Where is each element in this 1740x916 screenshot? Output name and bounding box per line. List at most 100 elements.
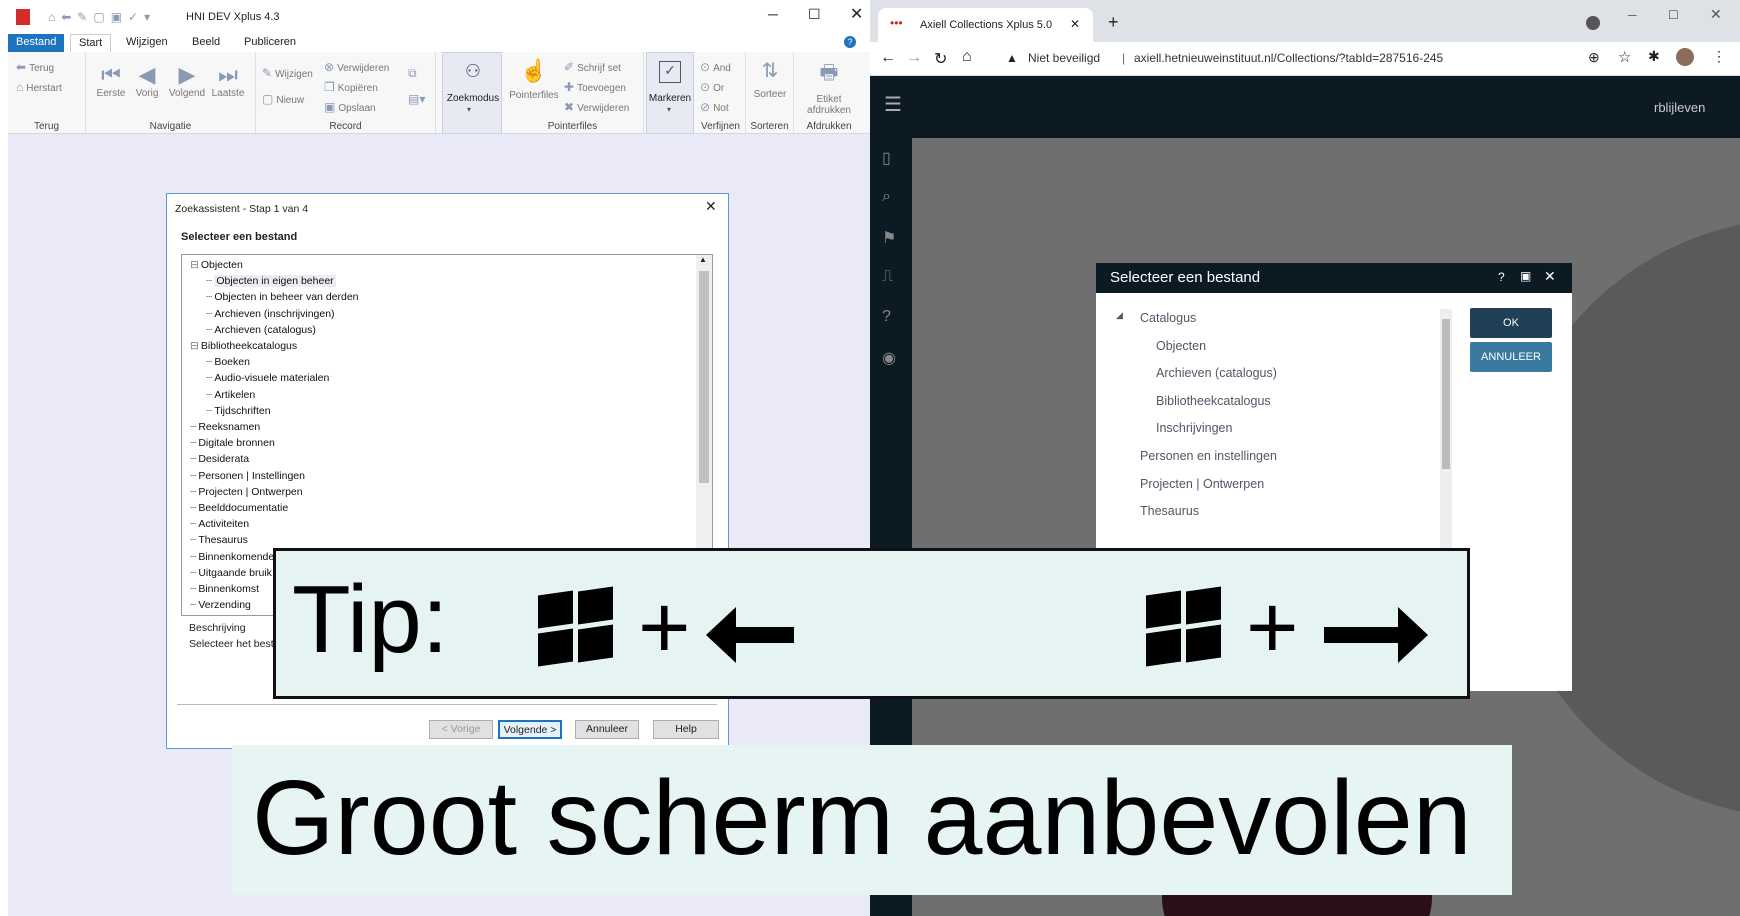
expand-triangle-icon[interactable]: ◢ [1116, 310, 1123, 321]
schrijf-set-button[interactable]: ✐ Schrijf set [564, 60, 621, 74]
record-extra-icon[interactable]: ⧉ [408, 66, 420, 81]
annuleer-button[interactable]: ANNULEER [1470, 342, 1552, 372]
security-label[interactable]: Niet beveiligd [1028, 51, 1100, 65]
tree-item[interactable]: ┄ Archieven (catalogus) [206, 324, 316, 336]
herstart-button[interactable]: ⌂ Herstart [16, 80, 62, 94]
tree-item[interactable]: ┄ Objecten in beheer van derden [206, 291, 359, 303]
flag-icon[interactable]: ⚑ [882, 228, 896, 248]
bookmark-star-icon[interactable]: ☆ [1618, 48, 1631, 66]
cancel-button[interactable]: Annuleer [575, 720, 639, 739]
and-button[interactable]: ⊙ And [700, 60, 731, 74]
tree-item[interactable]: ⊟ Bibliotheekcatalogus [190, 340, 297, 352]
tab-wijzigen[interactable]: Wijzigen [118, 34, 176, 52]
modal-list-item[interactable]: Bibliotheekcatalogus [1156, 394, 1271, 408]
document-icon[interactable]: ▯ [882, 148, 891, 168]
tree-item[interactable]: ┄ Uitgaande bruik [190, 567, 272, 579]
search-icon[interactable]: ⌕ [882, 188, 891, 206]
tree-item[interactable]: ┄ Digitale bronnen [190, 437, 275, 449]
modal-list-item[interactable]: Archieven (catalogus) [1156, 366, 1277, 380]
tab-beeld[interactable]: Beeld [184, 34, 228, 52]
scrollbar-thumb[interactable] [699, 271, 709, 483]
url-field[interactable]: axiell.hetnieuweinstituut.nl/Collections… [1134, 51, 1443, 65]
sorteer-button[interactable]: ⇅ Sorteer [752, 58, 788, 100]
tree-item[interactable]: ┄ Personen | Instellingen [190, 470, 305, 482]
tree-item[interactable]: ┄ Tijdschriften [206, 405, 271, 417]
toevoegen-button[interactable]: ✚ Toevoegen [564, 80, 626, 94]
tree-item[interactable]: ┄ Audio-visuele materialen [206, 372, 329, 384]
not-button[interactable]: ⊘ Not [700, 100, 729, 114]
tree-item[interactable]: ┄ Reeksnamen [190, 421, 260, 433]
modal-list-item[interactable]: Inschrijvingen [1156, 421, 1232, 435]
vorig-button[interactable]: ◀ Vorig [134, 62, 160, 99]
user-name[interactable]: rblijleven [1654, 100, 1705, 115]
home-icon[interactable]: ⌂ [962, 48, 972, 66]
tree-item[interactable]: ┄ Desiderata [190, 453, 249, 465]
modal-list-item[interactable]: Thesaurus [1140, 504, 1199, 518]
kopieren-button[interactable]: ❐ Kopiëren [324, 80, 378, 94]
scroll-up-icon[interactable]: ▲ [699, 255, 707, 264]
tree-item[interactable]: ┄ Projecten | Ontwerpen [190, 486, 303, 498]
close-icon[interactable]: ✕ [850, 4, 863, 24]
or-button[interactable]: ⊙ Or [700, 80, 724, 94]
tree-item[interactable]: ┄ Verzending [190, 599, 251, 611]
laatste-button[interactable]: ⏭ Laatste [210, 62, 246, 99]
pf-verwijderen-button[interactable]: ✖ Verwijderen [564, 100, 629, 114]
pointerfiles-button[interactable]: ☝ Pointerfiles [506, 58, 562, 101]
new-tab-icon[interactable]: + [1108, 12, 1119, 33]
scrollbar-thumb[interactable] [1442, 319, 1450, 469]
maximize-icon[interactable]: ☐ [808, 6, 821, 23]
modal-list-item[interactable]: Catalogus [1140, 311, 1196, 325]
tree-item[interactable]: ┄ Artikelen [206, 389, 255, 401]
prev-button[interactable]: < Vorige [429, 720, 493, 739]
modal-list-item[interactable]: Objecten [1156, 339, 1206, 353]
help-circle-icon[interactable]: ? [1498, 270, 1505, 284]
markeren-button[interactable]: ✓ Markeren ▾ [646, 52, 694, 134]
volgend-button[interactable]: ▶ Volgend [168, 62, 206, 99]
tree-item[interactable]: ┄ Binnenkomst [190, 583, 259, 595]
tree-item[interactable]: ┄ Archieven (inschrijvingen) [206, 308, 335, 320]
tree-item[interactable]: ⊟ Objecten [190, 259, 243, 271]
collapse-toggle-icon[interactable]: ⊟ [190, 259, 199, 271]
wijzigen-button[interactable]: ✎ Wijzigen [262, 66, 313, 80]
tree-item[interactable]: ┄ Boeken [206, 356, 250, 368]
tree-item[interactable]: ┄ Thesaurus [190, 534, 248, 546]
tree-item[interactable]: ┄ Objecten in eigen beheer [206, 275, 336, 288]
user-circle-icon[interactable]: ◉ [882, 348, 896, 368]
help-icon[interactable]: ? [844, 36, 856, 48]
minimize-icon[interactable]: ─ [1628, 8, 1637, 22]
quick-access-toolbar[interactable]: ⌂⬅✎▢▣✓▾ [48, 10, 156, 24]
tree-item[interactable]: ┄ Binnenkomende [190, 551, 274, 563]
next-button[interactable]: Volgende > [498, 720, 562, 739]
tree-item[interactable]: ┄ Activiteiten [190, 518, 249, 530]
tab-start[interactable]: Start [70, 34, 112, 52]
nieuw-button[interactable]: ▢ Nieuw [262, 92, 304, 106]
record-menu-icon[interactable]: ▤▾ [408, 92, 428, 106]
help-button[interactable]: Help [653, 720, 719, 739]
terug-button[interactable]: ⬅ Terug [16, 60, 54, 74]
verwijderen-button[interactable]: ⊗ Verwijderen [324, 60, 389, 74]
tab-bestand[interactable]: Bestand [8, 34, 65, 52]
eerste-button[interactable]: ⏮ Eerste [96, 62, 126, 99]
zoekmodus-button[interactable]: ⚇ Zoekmodus ▾ [442, 52, 502, 134]
zoom-icon[interactable]: ⊕ [1588, 49, 1600, 66]
close-icon[interactable]: ✕ [1710, 6, 1722, 23]
avatar[interactable] [1676, 48, 1694, 66]
dialog-close-icon[interactable]: ✕ [705, 198, 717, 215]
back-icon[interactable]: ← [880, 49, 896, 67]
tab-publiceren[interactable]: Publiceren [236, 34, 304, 52]
browser-tab[interactable]: ••• Axiell Collections Xplus 5.0 ✕ [878, 8, 1093, 42]
maximize-icon[interactable]: ☐ [1668, 8, 1679, 22]
ok-button[interactable]: OK [1470, 308, 1552, 338]
tree-item[interactable]: ┄ Beelddocumentatie [190, 502, 288, 514]
modal-list-item[interactable]: Projecten | Ontwerpen [1140, 477, 1264, 491]
opslaan-button[interactable]: ▣ Opslaan [324, 100, 376, 114]
stamp-icon[interactable]: ⎍ [882, 268, 893, 286]
tab-close-icon[interactable]: ✕ [1070, 17, 1080, 31]
minimize-icon[interactable]: ─ [768, 6, 778, 22]
modal-list-item[interactable]: Personen en instellingen [1140, 449, 1277, 463]
help-icon[interactable]: ? [882, 308, 891, 326]
close-icon[interactable]: ✕ [1544, 268, 1556, 285]
profile-dropdown-icon[interactable] [1586, 16, 1600, 30]
maximize-icon[interactable]: ▣ [1520, 269, 1531, 283]
menu-dots-icon[interactable]: ⋮ [1712, 48, 1726, 65]
